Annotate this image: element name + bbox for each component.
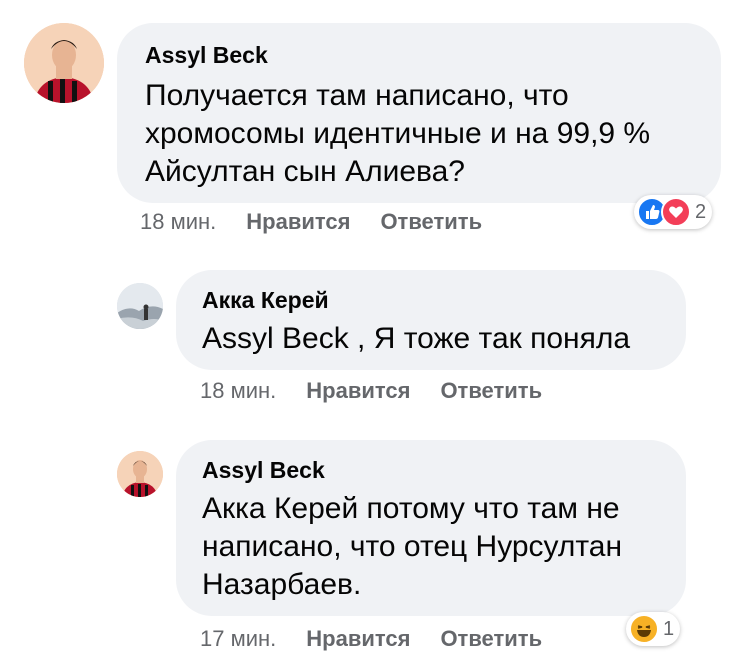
- comment-text: Assyl Beck , Я тоже так поняла: [202, 322, 631, 355]
- avatar[interactable]: [117, 451, 163, 497]
- haha-icon: [629, 614, 659, 644]
- reply-button[interactable]: Ответить: [380, 209, 482, 235]
- avatar[interactable]: [117, 283, 163, 329]
- like-button[interactable]: Нравится: [306, 378, 410, 404]
- comment-bubble: Акка Керей Assyl Beck , Я тоже так понял…: [176, 270, 686, 370]
- reaction-count: 1: [663, 617, 675, 640]
- comment-author[interactable]: Акка Керей: [202, 286, 660, 314]
- avatar[interactable]: [24, 23, 104, 103]
- reactions-summary[interactable]: 2: [634, 195, 713, 229]
- comment-timestamp[interactable]: 18 мин.: [200, 378, 276, 404]
- reactions-summary[interactable]: 1: [626, 612, 681, 646]
- comment-timestamp[interactable]: 18 мин.: [140, 209, 216, 235]
- like-button[interactable]: Нравится: [306, 626, 410, 652]
- love-icon: [661, 197, 691, 227]
- comment-actions: 18 мин. Нравится Ответить: [200, 378, 542, 404]
- comment-bubble: Assyl Beck Акка Керей потому что там не …: [176, 440, 686, 616]
- comment-timestamp[interactable]: 17 мин.: [200, 626, 276, 652]
- reaction-count: 2: [695, 200, 707, 223]
- comment-author[interactable]: Assyl Beck: [145, 41, 693, 69]
- comment-bubble: Assyl Beck Получается там написано, что …: [117, 23, 721, 203]
- comment-text: Получается там написано, что хромосомы и…: [145, 79, 651, 188]
- reply-button[interactable]: Ответить: [440, 378, 542, 404]
- comment-text: Акка Керей потому что там не написано, ч…: [202, 492, 623, 601]
- reply-button[interactable]: Ответить: [440, 626, 542, 652]
- comment-actions: 17 мин. Нравится Ответить: [200, 626, 542, 652]
- comment-actions: 18 мин. Нравится Ответить: [140, 209, 482, 235]
- comment-author[interactable]: Assyl Beck: [202, 456, 660, 484]
- like-button[interactable]: Нравится: [246, 209, 350, 235]
